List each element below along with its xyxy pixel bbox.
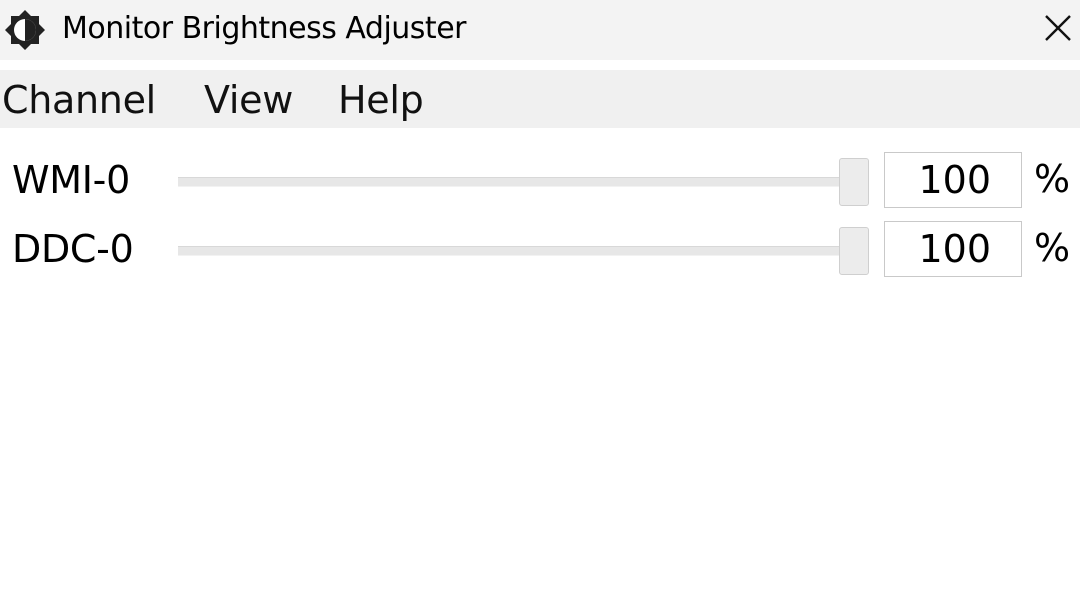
brightness-icon [5, 10, 45, 50]
menu-bar: Channel View Help [0, 70, 1080, 128]
brightness-slider-thumb[interactable] [839, 227, 869, 275]
brightness-value-field[interactable]: 100 [884, 152, 1022, 208]
brightness-slider-track[interactable] [178, 177, 858, 187]
channel-label: DDC-0 [12, 227, 134, 271]
window-title: Monitor Brightness Adjuster [62, 11, 466, 46]
app-window: Monitor Brightness Adjuster Channel View… [0, 0, 1080, 590]
menu-channel[interactable]: Channel [2, 78, 156, 122]
percent-unit: % [1034, 226, 1071, 270]
brightness-value-field[interactable]: 100 [884, 221, 1022, 277]
menu-view[interactable]: View [204, 78, 293, 122]
channel-row-ddc: DDC-0 100 % [0, 220, 1080, 280]
menu-help[interactable]: Help [338, 78, 424, 122]
channel-label: WMI-0 [12, 158, 130, 202]
title-bar: Monitor Brightness Adjuster [0, 0, 1080, 60]
channel-row-wmi: WMI-0 100 % [0, 151, 1080, 211]
percent-unit: % [1034, 157, 1071, 201]
brightness-slider-track[interactable] [178, 246, 858, 256]
brightness-slider-thumb[interactable] [839, 158, 869, 206]
close-icon[interactable] [1036, 6, 1080, 50]
